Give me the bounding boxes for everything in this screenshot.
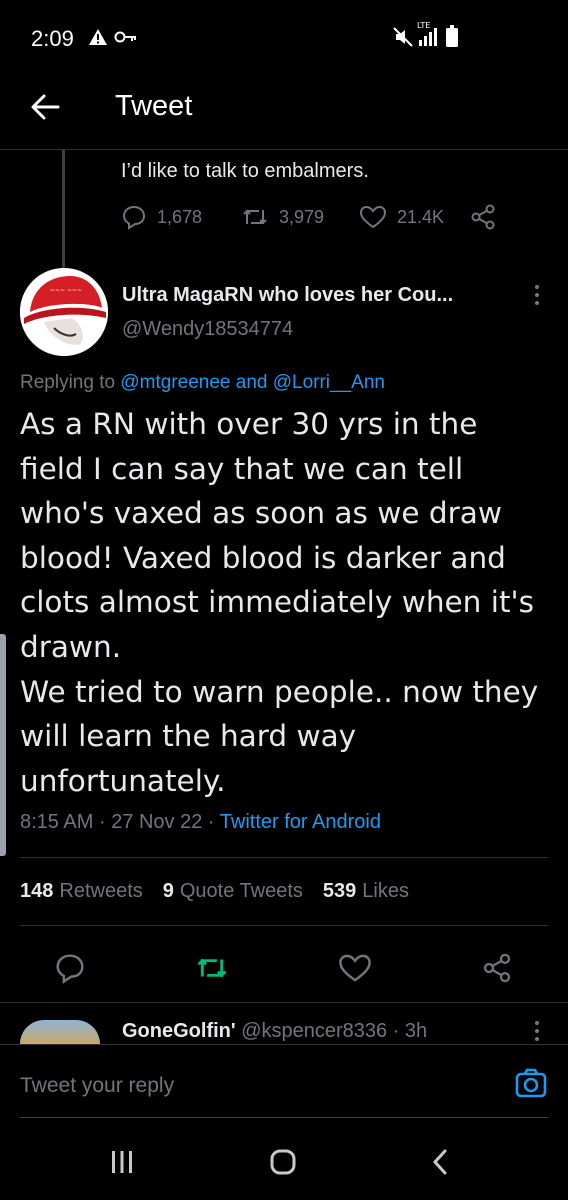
chevron-left-icon bbox=[432, 1149, 447, 1175]
page-title: Tweet bbox=[115, 90, 193, 122]
camera-icon[interactable] bbox=[514, 1067, 548, 1101]
warning-icon bbox=[89, 29, 107, 45]
system-nav-bar bbox=[0, 1124, 568, 1200]
quotes-count: 9 bbox=[162, 880, 174, 902]
previous-tweet-actions: 1,678 3,979 21.4K bbox=[121, 202, 507, 232]
reply-icon bbox=[122, 205, 146, 230]
likes-stat[interactable]: 539 Likes bbox=[323, 880, 409, 903]
share-action[interactable] bbox=[469, 203, 507, 231]
reply-action[interactable]: 1,678 bbox=[121, 204, 241, 230]
mention-link-2[interactable]: @Lorri__Ann bbox=[273, 372, 385, 393]
like-count: 21.4K bbox=[397, 206, 445, 227]
retweet-count: 3,979 bbox=[279, 206, 325, 227]
replying-and[interactable]: and bbox=[236, 372, 268, 393]
retweet-button[interactable] bbox=[192, 948, 232, 988]
quotes-label: Quote Tweets bbox=[179, 880, 303, 902]
reply-icon bbox=[56, 954, 84, 984]
tweet-time: 8:15 AM bbox=[20, 811, 94, 833]
svg-text:~~~ ~~~: ~~~ ~~~ bbox=[50, 287, 82, 294]
previous-tweet-text: I’d like to talk to embalmers. bbox=[121, 160, 369, 182]
avatar[interactable] bbox=[20, 1020, 100, 1044]
reply-author-handle: @kspencer8336 · 3h bbox=[241, 1020, 428, 1042]
input-underline bbox=[20, 1117, 548, 1118]
retweets-stat[interactable]: 148 Retweets bbox=[20, 880, 143, 903]
edge-panel-handle[interactable] bbox=[0, 634, 6, 856]
quote-tweets-stat[interactable]: 9 Quote Tweets bbox=[163, 880, 303, 903]
replying-prefix: Replying to bbox=[20, 372, 116, 393]
home-button[interactable] bbox=[263, 1146, 303, 1178]
author-name[interactable]: Ultra MagaRN who loves her Cou... bbox=[122, 284, 453, 307]
recent-apps-icon bbox=[112, 1151, 132, 1173]
retweet-icon bbox=[243, 209, 267, 225]
avatar-image: ~~~ ~~~ bbox=[20, 268, 108, 356]
more-options-icon[interactable] bbox=[530, 284, 544, 306]
tweet-timestamp: 8:15 AM · 27 Nov 22 · Twitter for Androi… bbox=[20, 811, 381, 834]
battery-icon bbox=[446, 25, 458, 47]
tweet-source-link[interactable]: Twitter for Android bbox=[220, 811, 381, 833]
author-handle[interactable]: @Wendy18534774 bbox=[122, 318, 293, 341]
likes-label: Likes bbox=[362, 880, 409, 902]
reply-author-name: GoneGolfin' bbox=[122, 1020, 236, 1042]
mention-link-1[interactable]: @mtgreenee bbox=[120, 372, 230, 393]
retweets-count: 148 bbox=[20, 880, 54, 902]
tweet-stats: 148 Retweets 9 Quote Tweets 539 Likes bbox=[20, 880, 429, 903]
tweet-action-bar bbox=[0, 940, 568, 996]
back-button[interactable] bbox=[420, 1146, 460, 1178]
retweet-action[interactable]: 3,979 bbox=[241, 204, 359, 230]
reply-count: 1,678 bbox=[157, 206, 203, 227]
home-icon bbox=[270, 1149, 296, 1175]
key-icon bbox=[114, 31, 136, 43]
share-icon bbox=[483, 953, 511, 983]
share-button[interactable] bbox=[477, 948, 517, 988]
divider bbox=[20, 925, 548, 926]
retweet-icon bbox=[197, 958, 227, 978]
reply-author[interactable]: GoneGolfin' @kspencer8336 · 3h bbox=[122, 1020, 427, 1043]
avatar[interactable]: ~~~ ~~~ bbox=[20, 268, 108, 356]
top-app-bar: Tweet bbox=[0, 72, 568, 150]
reply-button[interactable] bbox=[50, 948, 90, 988]
retweets-label: Retweets bbox=[59, 880, 143, 902]
tweet-date: 27 Nov 22 bbox=[111, 811, 203, 833]
arrow-left-icon[interactable] bbox=[28, 90, 62, 124]
more-options-icon[interactable] bbox=[530, 1020, 544, 1042]
meta-separator: · bbox=[207, 811, 215, 833]
recent-apps-button[interactable] bbox=[102, 1146, 142, 1178]
status-time: 2:09 bbox=[31, 26, 74, 51]
reply-composer bbox=[0, 1044, 568, 1118]
share-icon bbox=[471, 204, 495, 230]
like-action[interactable]: 21.4K bbox=[359, 204, 469, 230]
heart-icon bbox=[339, 954, 371, 982]
signal-icon bbox=[419, 28, 437, 46]
status-bar: 2:09 LTE bbox=[0, 0, 568, 72]
like-button[interactable] bbox=[335, 948, 375, 988]
heart-icon bbox=[359, 205, 387, 229]
divider bbox=[0, 1002, 568, 1003]
replying-to: Replying to @mtgreenee and @Lorri__Ann bbox=[20, 372, 385, 394]
thread-line bbox=[62, 150, 65, 268]
meta-separator: · bbox=[98, 811, 106, 833]
divider bbox=[20, 857, 548, 858]
tweet-text: As a RN with over 30 yrs in the field I … bbox=[20, 407, 539, 798]
mute-icon bbox=[393, 27, 413, 47]
reply-input[interactable] bbox=[20, 1071, 480, 1101]
likes-count: 539 bbox=[322, 880, 357, 902]
